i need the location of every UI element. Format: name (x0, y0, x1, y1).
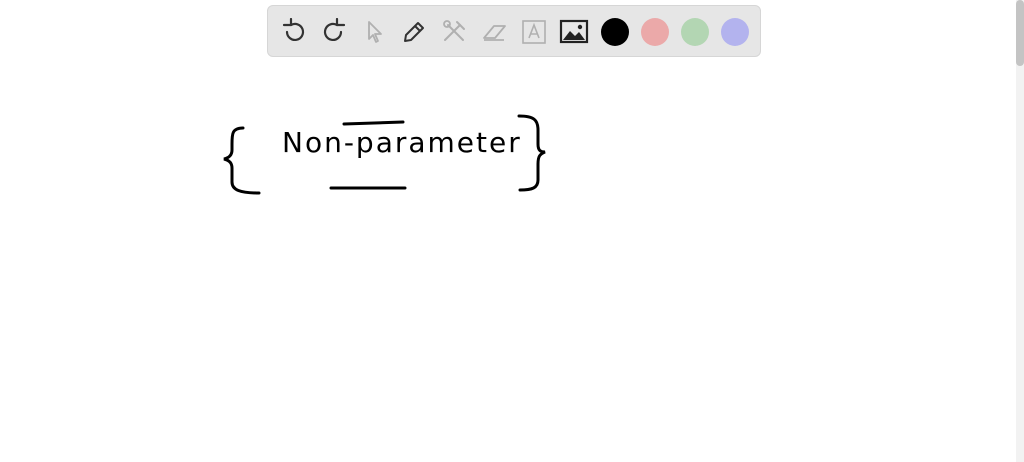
text-box-icon (522, 20, 546, 44)
color-swatch-black[interactable] (601, 18, 629, 46)
text-tool-button[interactable] (516, 14, 552, 50)
whiteboard-canvas[interactable] (0, 60, 1016, 462)
color-swatch-red[interactable] (641, 18, 669, 46)
insert-image-button[interactable] (556, 14, 592, 50)
eraser-icon (483, 25, 506, 41)
drawing-toolbar (267, 5, 761, 57)
vertical-scrollbar[interactable] (1016, 0, 1024, 462)
image-icon (559, 19, 589, 44)
tools-button[interactable] (436, 14, 472, 50)
pen-tool-button[interactable] (396, 14, 432, 50)
left-curly-brace (223, 126, 261, 195)
color-swatch-blue[interactable] (721, 18, 749, 46)
right-curly-brace (517, 114, 546, 192)
color-swatch-green[interactable] (681, 18, 709, 46)
eraser-tool-button[interactable] (476, 14, 512, 50)
undo-button[interactable] (276, 14, 312, 50)
handwritten-text: Non-parameter (282, 126, 522, 159)
tools-icon (443, 20, 465, 41)
pencil-icon (404, 22, 424, 42)
pointer-icon (368, 21, 382, 43)
scrollbar-thumb[interactable] (1016, 0, 1024, 66)
undo-icon (282, 18, 305, 41)
select-tool-button[interactable] (356, 14, 392, 50)
redo-button[interactable] (316, 14, 352, 50)
redo-icon (323, 18, 346, 41)
overline-stroke (342, 120, 405, 126)
